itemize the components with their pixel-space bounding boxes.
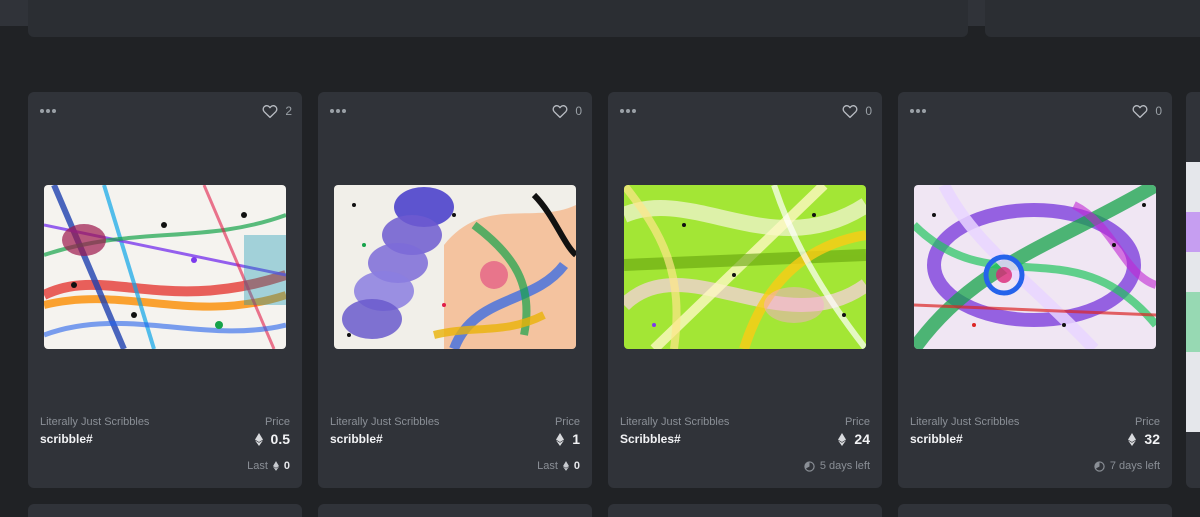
nft-artwork[interactable]: [914, 185, 1156, 349]
price-value: 32: [1144, 431, 1160, 447]
nft-card[interactable]: 0 Literally Just Scribbles Price scribbl…: [318, 92, 592, 488]
nft-name[interactable]: Scribbles#: [620, 432, 681, 446]
like-button[interactable]: 2: [261, 102, 292, 120]
nft-card[interactable]: 0 Literally Just Scribbles Price Scribbl…: [608, 92, 882, 488]
collection-name[interactable]: Literally Just Scribbles: [40, 416, 149, 428]
ethereum-icon: [272, 461, 279, 471]
like-button[interactable]: 0: [1131, 102, 1162, 120]
more-dots-icon[interactable]: [620, 104, 642, 118]
sort-bar[interactable]: [985, 0, 1200, 37]
like-count: 0: [1155, 104, 1162, 118]
more-dots-icon[interactable]: [910, 104, 932, 118]
collection-name[interactable]: Literally Just Scribbles: [910, 416, 1019, 428]
last-sale-label: Last: [537, 460, 558, 472]
heart-icon: [262, 105, 278, 119]
collection-name[interactable]: Literally Just Scribbles: [620, 416, 729, 428]
more-dots-icon[interactable]: [330, 104, 352, 118]
scribble-artwork-4: [914, 185, 1156, 349]
like-button[interactable]: 0: [551, 102, 582, 120]
last-sale-label: Last: [247, 460, 268, 472]
clock-icon: [804, 460, 815, 472]
time-left-label: 7 days left: [1109, 460, 1160, 472]
ethereum-icon: [1128, 432, 1137, 446]
collection-name[interactable]: Literally Just Scribbles: [330, 416, 439, 428]
nft-card-partial[interactable]: [1186, 92, 1200, 488]
scribble-artwork-3: [624, 185, 866, 349]
nft-name[interactable]: scribble#: [330, 432, 383, 446]
nft-card-partial[interactable]: [318, 504, 592, 517]
price: 24: [838, 431, 870, 447]
nft-name[interactable]: scribble#: [910, 432, 963, 446]
nft-card-partial[interactable]: [28, 504, 302, 517]
partial-artwork: [1186, 162, 1200, 432]
last-sale: Last 0: [537, 460, 580, 472]
price-label: Price: [264, 416, 290, 428]
time-left: 5 days left: [804, 460, 870, 472]
nft-card[interactable]: 2 Literally Just Scribbles Price scribbl…: [28, 92, 302, 488]
time-left: 7 days left: [1094, 460, 1160, 472]
clock-icon: [1094, 460, 1105, 472]
nft-card-partial[interactable]: [898, 504, 1172, 517]
nft-artwork[interactable]: [624, 185, 866, 349]
filter-bar[interactable]: [28, 0, 968, 37]
like-count: 0: [575, 104, 582, 118]
last-sale-value: 0: [283, 460, 290, 472]
time-left-label: 5 days left: [819, 460, 870, 472]
price: 32: [1128, 431, 1160, 447]
nft-name[interactable]: scribble#: [40, 432, 93, 446]
more-dots-icon[interactable]: [40, 104, 62, 118]
ethereum-icon: [838, 432, 847, 446]
like-button[interactable]: 0: [841, 102, 872, 120]
last-sale-value: 0: [573, 460, 580, 472]
scribble-artwork-1: [44, 185, 286, 349]
price-value: 24: [854, 431, 870, 447]
like-count: 0: [865, 104, 872, 118]
price-label: Price: [554, 416, 580, 428]
like-count: 2: [285, 104, 292, 118]
heart-icon: [1132, 105, 1148, 119]
price-value: 0.5: [270, 431, 290, 447]
price-label: Price: [1134, 416, 1160, 428]
price: 0.5: [254, 431, 290, 447]
ethereum-icon: [562, 461, 569, 471]
nft-artwork[interactable]: [334, 185, 576, 349]
price-label: Price: [844, 416, 870, 428]
scribble-artwork-2: [334, 185, 576, 349]
ethereum-icon: [254, 432, 263, 446]
price: 1: [556, 431, 580, 447]
price-value: 1: [572, 431, 580, 447]
ethereum-icon: [556, 432, 565, 446]
last-sale: Last 0: [247, 460, 290, 472]
nft-artwork[interactable]: [44, 185, 286, 349]
nft-card[interactable]: 0 Literally Just Scribbles Price scribbl…: [898, 92, 1172, 488]
nft-card-partial[interactable]: [608, 504, 882, 517]
heart-icon: [842, 105, 858, 119]
heart-icon: [552, 105, 568, 119]
